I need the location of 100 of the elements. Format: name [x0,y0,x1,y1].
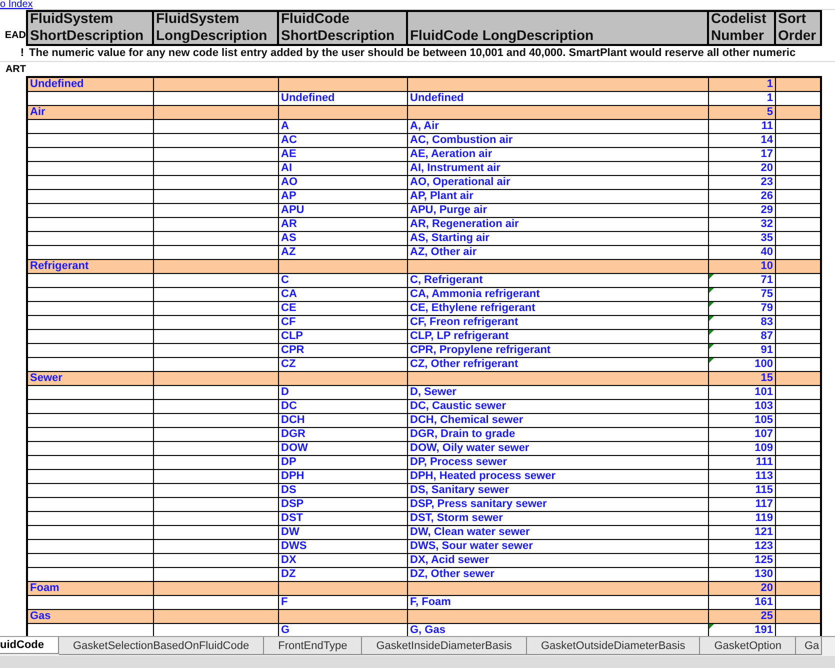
description-cell: AZ, Other air [410,246,477,259]
description-cell: DSP, Press sanitary sewer [410,498,547,511]
description-cell: DX, Acid sewer [410,554,490,567]
fluid-code-cell: DP [281,456,296,469]
fluid-code-cell: DPH [281,470,304,483]
sheet-tab[interactable]: GasketInsideDiameterBasis [362,637,527,655]
codelist-number-cell: 123 [754,540,773,553]
description-cell: APU, Purge air [410,204,488,217]
column-header: Sort Order [778,12,818,44]
description-cell: Undefined [410,92,464,105]
fluid-code-cell: DX [281,554,296,567]
fluid-code-cell: AC [281,134,297,147]
codelist-number-cell: 25 [760,610,773,623]
codelist-number-cell: 20 [760,162,773,175]
sheet-tab[interactable]: uidCode [0,637,59,654]
fluid-code-cell: F [281,596,288,609]
description-cell: DWS, Sour water sewer [410,540,533,553]
column-header: FluidCode LongDescription [410,27,594,44]
fluid-code-cell: CA [281,288,297,301]
index-link[interactable]: o Index [0,0,33,10]
codelist-number-cell: 5 [766,106,773,119]
codelist-number-cell: 105 [754,414,773,427]
sheet-tab[interactable]: GasketOption [700,637,796,655]
fluid-code-cell: A [281,120,289,133]
fluid-code-cell: DSP [281,498,304,511]
codelist-number-cell: 130 [754,568,773,581]
fluid-system-cell: Air [30,106,46,119]
description-cell: AP, Plant air [410,190,474,203]
sheet-tab[interactable]: FrontEndType [264,637,362,655]
codelist-number-cell: 191 [754,624,773,636]
row-label: EAD [4,29,26,43]
codelist-number-cell: 14 [760,134,773,147]
codelist-number-cell: 29 [760,204,773,217]
description-cell: A, Air [410,120,439,133]
description-cell: DZ, Other sewer [410,568,494,581]
fluid-code-cell: CZ [281,358,296,371]
description-cell: CF, Freon refrigerant [410,316,518,329]
codelist-number-cell: 119 [755,512,773,525]
codelist-number-cell: 15 [760,372,773,385]
fluid-code-cell: AO [281,176,298,189]
fluid-code-cell: CLP [281,330,303,343]
codelist-number-cell: 1 [766,78,773,91]
description-cell: DP, Process sewer [410,456,508,469]
fluid-code-cell: CPR [281,344,304,357]
codelist-number-cell: 103 [754,400,773,413]
codelist-number-cell: 161 [754,596,773,609]
fluid-system-cell: Refrigerant [30,260,89,273]
codelist-number-cell: 20 [760,582,773,595]
codelist-number-cell: 111 [756,456,773,469]
codelist-number-cell: 26 [760,190,773,203]
description-cell: AI, Instrument air [410,162,500,175]
codelist-number-cell: 87 [760,330,773,343]
description-cell: CLP, LP refrigerant [410,330,509,343]
description-cell: DPH, Heated process sewer [410,470,556,483]
codelist-number-cell: 11 [761,120,773,133]
codelist-number-cell: 107 [754,428,773,441]
description-cell: CE, Ethylene refrigerant [410,302,536,315]
description-cell: AR, Regeneration air [410,218,519,231]
fluid-code-cell: DS [281,484,296,497]
codelist-number-cell: 91 [760,344,773,357]
description-cell: CA, Ammonia refrigerant [410,288,540,301]
fluid-code-cell: DWS [281,540,307,553]
fluid-code-cell: DOW [281,442,308,455]
fluid-code-cell: D [281,386,289,399]
codelist-number-cell: 35 [760,232,773,245]
description-cell: DST, Storm sewer [410,512,503,525]
codelist-number-cell: 109 [754,442,773,455]
column-header: FluidCode ShortDescription [281,12,396,44]
codelist-number-cell: 121 [754,526,773,539]
column-header: FluidSystem LongDescription [156,12,268,44]
codelist-number-cell: 75 [760,288,773,301]
fluid-code-cell: AP [281,190,296,203]
sheet-tab[interactable]: GasketOutsideDiameterBasis [526,637,700,655]
description-cell: AC, Combustion air [410,134,513,147]
description-cell: AE, Aeration air [410,148,492,161]
codelist-number-cell: 23 [760,176,773,189]
description-cell: C, Refrigerant [410,274,483,287]
fluid-code-cell: AR [281,218,297,231]
codelist-number-cell: 100 [754,358,773,371]
fluid-code-cell: AE [281,148,296,161]
fluid-code-cell: AI [281,162,292,175]
fluid-code-cell: DCH [281,414,305,427]
description-cell: CPR, Propylene refrigerant [410,344,551,357]
row-label: ! [20,46,24,62]
codelist-number-cell: 32 [760,218,773,231]
description-cell: AO, Operational air [410,176,510,189]
description-cell: DS, Sanitary sewer [410,484,510,497]
sheet-tab[interactable]: GasketSelectionBasedOnFluidCode [59,637,264,655]
codelist-number-cell: 79 [760,302,773,315]
fluid-system-cell: Gas [30,610,51,623]
row-label: ART [5,62,26,76]
description-cell: AS, Starting air [410,232,490,245]
column-header: Codelist Number [711,12,768,44]
fluid-code-cell: DST [281,512,303,525]
description-cell: D, Sewer [410,386,456,399]
codelist-number-cell: 101 [754,386,773,399]
fluid-code-cell: G [281,624,290,636]
sheet-tab[interactable]: Ga [796,637,822,655]
codelist-number-cell: 83 [760,316,773,329]
fluid-code-cell: CE [281,302,296,315]
